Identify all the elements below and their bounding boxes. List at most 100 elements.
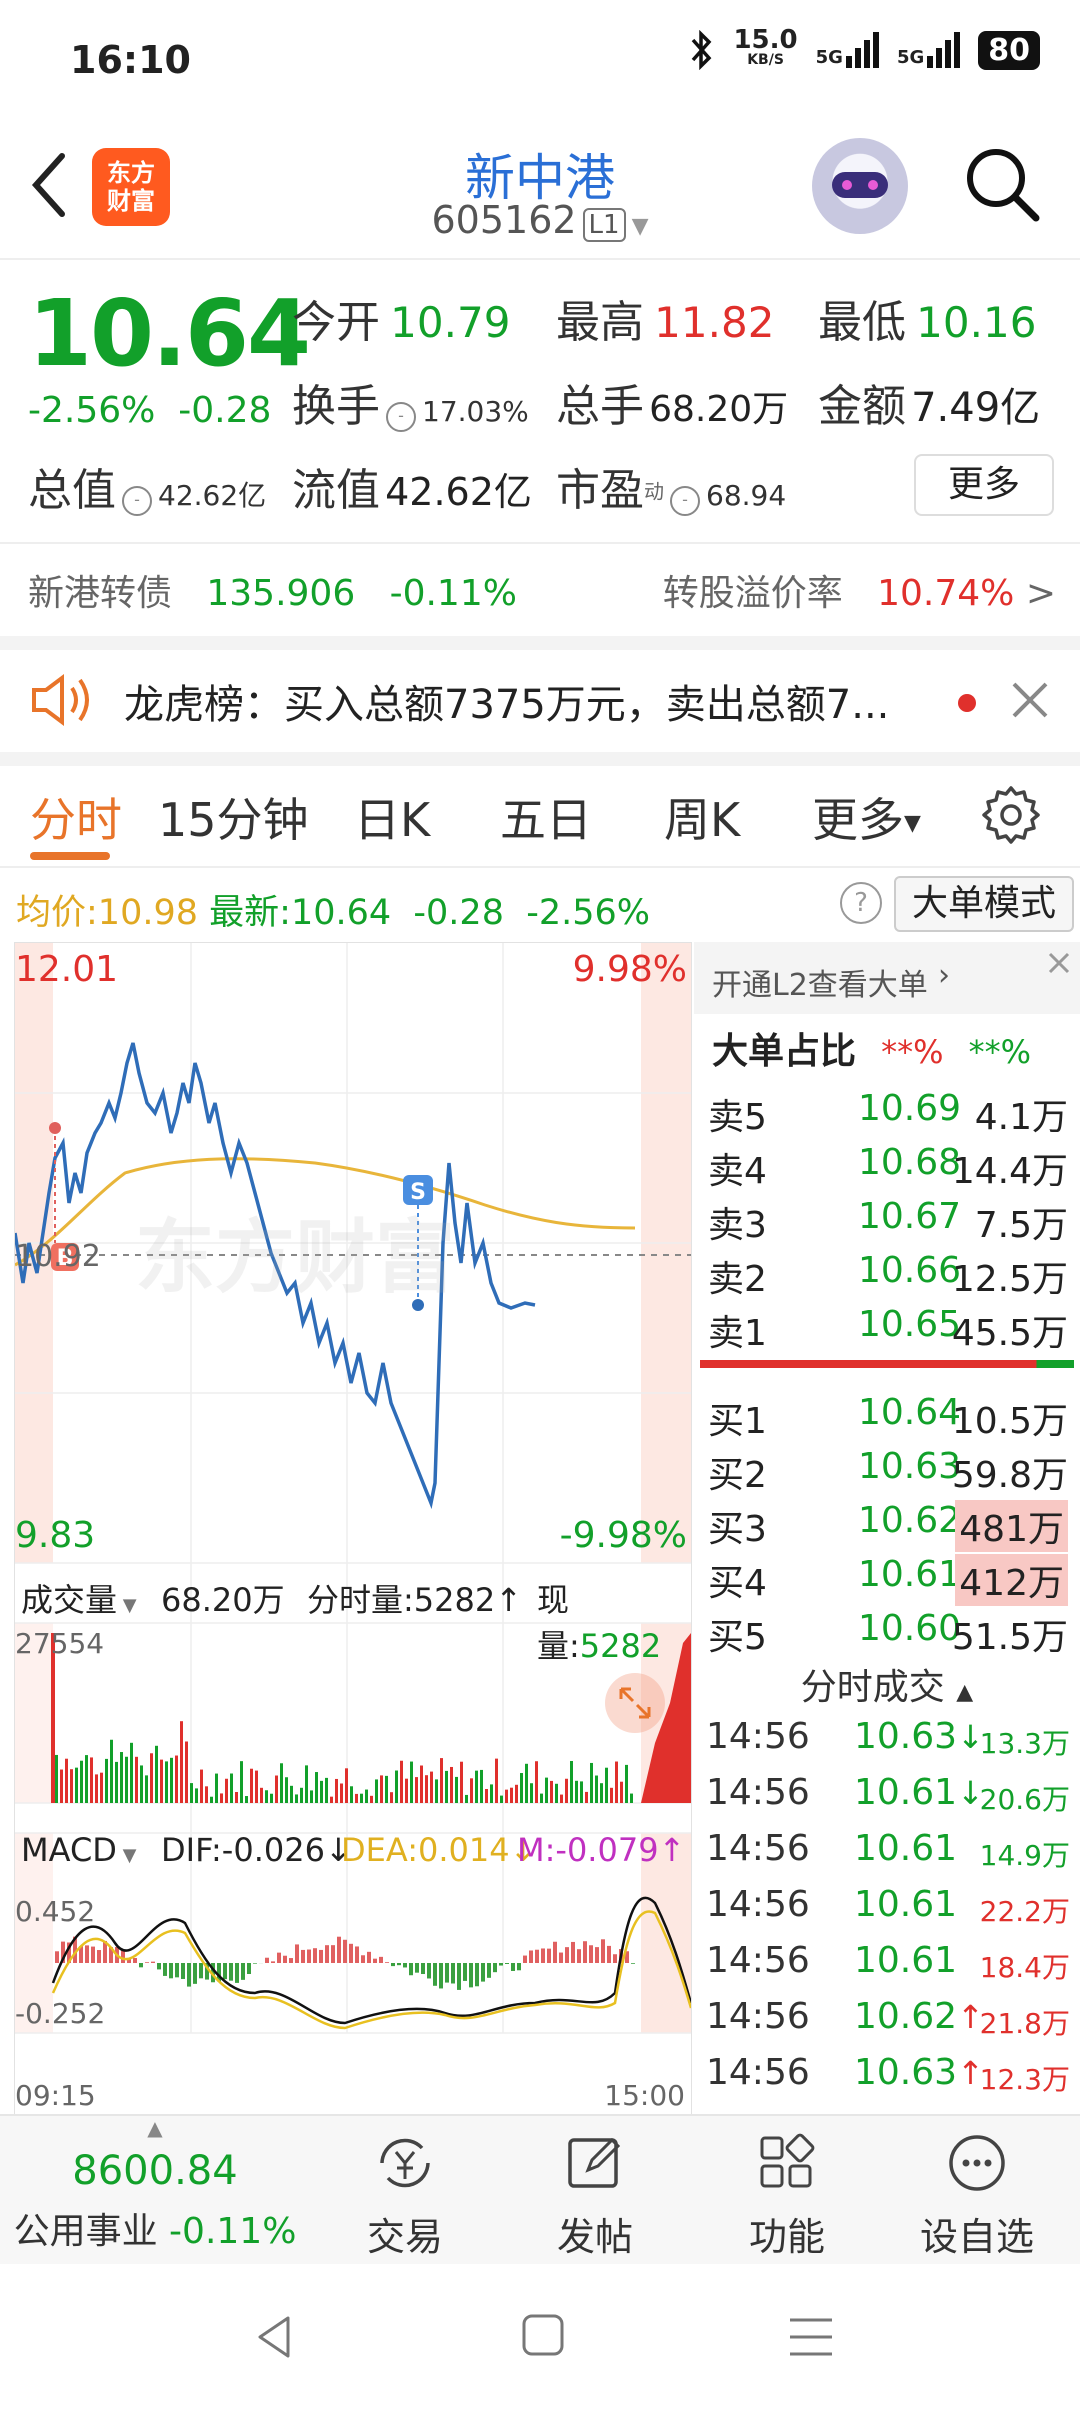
nav-home-icon[interactable] — [520, 2312, 566, 2358]
macd-bar — [493, 1963, 497, 1973]
expand-icon[interactable] — [605, 1673, 665, 1733]
macd-bar — [523, 1955, 527, 1963]
macd-bar — [391, 1963, 395, 1967]
ask-row[interactable]: 卖3 10.67 7.5万 — [702, 1190, 1074, 1246]
function-button[interactable]: 功能 — [692, 2116, 882, 2266]
macd-bar — [571, 1941, 575, 1963]
volume-bar — [210, 1796, 213, 1803]
volume-bar — [180, 1721, 183, 1803]
pct-max-label: 9.98% — [572, 949, 687, 990]
chevron-right-icon: › — [938, 958, 950, 993]
high-field: 最高 11.82 — [556, 297, 775, 348]
bid-row[interactable]: 买4 10.61 412万 — [702, 1548, 1074, 1606]
volume-bar — [90, 1757, 93, 1803]
gear-icon[interactable] — [980, 784, 1042, 846]
close-icon[interactable] — [1008, 678, 1052, 722]
volume-bar — [555, 1783, 558, 1803]
help-icon[interactable]: ? — [840, 882, 882, 924]
volume-bar — [315, 1772, 318, 1803]
assistant-robot-icon[interactable] — [812, 138, 908, 234]
macd-bar — [559, 1952, 563, 1963]
volume-bar — [620, 1781, 623, 1803]
notice-text: 龙虎榜：买入总额7375万元，卖出总额7... — [124, 682, 890, 728]
volume-bar — [410, 1761, 413, 1803]
bond-premium: 转股溢价率 10.74% > — [662, 573, 1056, 614]
volume-indicator-select[interactable]: 成交量 ▼ — [21, 1575, 137, 1621]
tab-intraday[interactable]: 分时 — [30, 784, 122, 850]
low-field: 最低 10.16 — [818, 297, 1037, 348]
macd-bar — [457, 1963, 461, 1990]
volume-bar — [440, 1758, 443, 1803]
macd-bar — [307, 1949, 311, 1963]
nav-menu-icon[interactable] — [786, 2314, 836, 2360]
ask-row[interactable]: 卖1 10.65 45.5万 — [702, 1298, 1074, 1354]
bid-row[interactable]: 买1 10.64 10.5万 — [702, 1386, 1074, 1442]
macd-bar — [55, 1951, 59, 1963]
net-speed: 15.0 KB/S — [733, 25, 798, 68]
volume-bar — [245, 1796, 248, 1803]
ask-row[interactable]: 卖5 10.69 4.1万 — [702, 1082, 1074, 1138]
macd-bar — [229, 1963, 233, 1981]
big-order-mode-button[interactable]: 大单模式 — [894, 876, 1074, 932]
macd-bar — [91, 1946, 95, 1963]
info-icon: - — [122, 485, 152, 516]
volume-bar — [615, 1761, 618, 1803]
volume-bar — [270, 1793, 273, 1803]
l2-upgrade-banner[interactable]: 开通L2查看大单 › — [694, 942, 1080, 1014]
macd-bar — [427, 1963, 431, 1979]
dragon-tiger-notice[interactable]: 龙虎榜：买入总额7375万元，卖出总额7... — [0, 648, 1080, 766]
macd-bar — [475, 1963, 479, 1987]
bid-row[interactable]: 买3 10.62 481万 — [702, 1494, 1074, 1552]
volume-bar — [100, 1772, 103, 1803]
ask-row[interactable]: 卖2 10.66 12.5万 — [702, 1244, 1074, 1300]
bid-row[interactable]: 买2 10.63 59.8万 — [702, 1440, 1074, 1496]
add-watchlist-button[interactable]: 设自选 — [882, 2116, 1072, 2266]
bid-row[interactable]: 买5 10.60 51.5万 — [702, 1602, 1074, 1658]
trades-header[interactable]: 分时成交 ▲ — [694, 1658, 1080, 1714]
volume-bar — [200, 1769, 203, 1803]
macd-bar — [505, 1963, 509, 1964]
post-button[interactable]: 发帖 — [500, 2116, 690, 2266]
tab-weekly-k[interactable]: 周K — [664, 784, 740, 850]
macd-bar — [301, 1949, 305, 1963]
volume-bar — [295, 1794, 298, 1803]
ask-row[interactable]: 卖4 10.68 14.4万 — [702, 1136, 1074, 1192]
trade-row: 14:56 10.61↓ 20.6万 — [706, 1772, 1070, 1816]
volume-bar — [530, 1783, 533, 1803]
volume-bar — [120, 1752, 123, 1803]
trade-button[interactable]: 交易 — [310, 2116, 500, 2266]
macd-bar — [187, 1963, 191, 1987]
macd-indicator-select[interactable]: MACD ▼ — [21, 1831, 137, 1869]
macd-bar — [541, 1948, 545, 1963]
macd-bar — [403, 1963, 407, 1968]
sector-index[interactable]: ▲ 8600.84 公用事业 -0.11% — [0, 2116, 310, 2266]
volume-bar — [435, 1779, 438, 1803]
more-button[interactable]: 更多 — [914, 454, 1054, 516]
macd-bar — [313, 1948, 317, 1963]
bluetooth-icon — [692, 30, 712, 70]
volume-bar — [265, 1790, 268, 1803]
speaker-icon — [32, 674, 89, 726]
intraday-summary-bar: 均价:10.98 最新:10.64 -0.28 -2.56% ? 大单模式 — [0, 870, 1080, 940]
macd-bar — [565, 1947, 569, 1963]
volume-bar — [55, 1754, 58, 1803]
tab-more[interactable]: 更多▼ — [812, 784, 921, 850]
volume-bar — [430, 1771, 433, 1803]
intraday-chart[interactable]: B S 东方财富 12.01 9.98% 10.92 9.83 -9.98% 成… — [14, 942, 692, 2116]
status-bar: 16:10 15.0 KB/S 5G 5G 80 — [0, 0, 1080, 120]
tab-daily-k[interactable]: 日K — [354, 784, 430, 850]
volume-bar — [460, 1761, 463, 1803]
stock-code[interactable]: 605162 L1 ▼ — [0, 198, 1080, 242]
macd-bar — [163, 1963, 167, 1976]
close-icon[interactable] — [1044, 948, 1074, 978]
nav-back-icon[interactable] — [250, 2312, 300, 2362]
tab-15min[interactable]: 15分钟 — [158, 784, 309, 850]
tab-five-day[interactable]: 五日 — [500, 784, 592, 850]
volume-bar — [300, 1787, 303, 1803]
macd-bar — [469, 1963, 473, 1988]
volume-bar — [65, 1758, 68, 1803]
search-icon[interactable] — [962, 144, 1042, 224]
turnover-field: 换手 -17.03% — [292, 381, 529, 432]
volume-bar — [150, 1753, 153, 1803]
convertible-bond-row[interactable]: 新港转债 135.906 -0.11% 转股溢价率 10.74% > — [0, 542, 1080, 650]
